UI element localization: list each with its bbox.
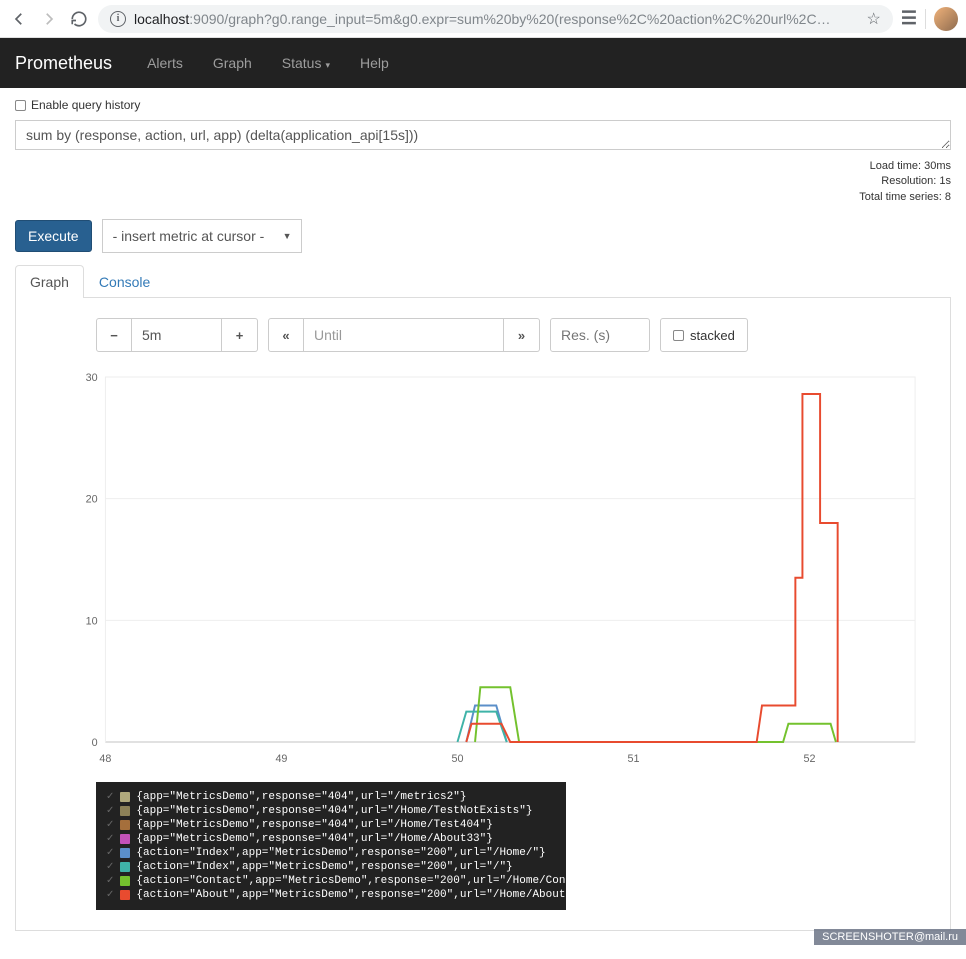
color-swatch (120, 890, 130, 900)
svg-text:20: 20 (86, 494, 98, 506)
legend-item[interactable]: ✓ {action="Index",app="MetricsDemo",resp… (106, 846, 556, 860)
chart-legend: ✓ {app="MetricsDemo",response="404",url=… (96, 782, 566, 910)
history-label: Enable query history (31, 98, 140, 112)
time-forward-button[interactable]: » (504, 318, 540, 352)
range-minus-button[interactable]: − (96, 318, 132, 352)
legend-label: {action="Contact",app="MetricsDemo",resp… (136, 875, 605, 887)
legend-item[interactable]: ✓ {app="MetricsDemo",response="404",url=… (106, 804, 556, 818)
resolution-input[interactable] (550, 318, 650, 352)
color-swatch (120, 834, 130, 844)
back-icon[interactable] (8, 8, 30, 30)
color-swatch (120, 820, 130, 830)
forward-icon[interactable] (38, 8, 60, 30)
nav-graph[interactable]: Graph (198, 55, 267, 71)
legend-label: {action="Index",app="MetricsDemo",respon… (136, 861, 512, 873)
url-host: localhost (134, 11, 189, 27)
result-tabs: Graph Console (15, 265, 951, 298)
chart[interactable]: 0 10 20 30 48 49 50 51 52 (76, 372, 920, 772)
color-swatch (120, 848, 130, 858)
app-navbar: Prometheus Alerts Graph Status▾ Help (0, 38, 966, 88)
bookmark-star-icon[interactable]: ☆ (867, 9, 881, 29)
tab-graph[interactable]: Graph (15, 265, 84, 298)
legend-item[interactable]: ✓ {app="MetricsDemo",response="404",url=… (106, 790, 556, 804)
reload-icon[interactable] (68, 8, 90, 30)
legend-item[interactable]: ✓ {app="MetricsDemo",response="404",url=… (106, 818, 556, 832)
legend-label: {app="MetricsDemo",response="404",url="/… (136, 805, 532, 817)
tab-console[interactable]: Console (84, 265, 165, 298)
nav-help[interactable]: Help (345, 55, 404, 71)
range-control: − 5m + (96, 318, 258, 352)
nav-alerts[interactable]: Alerts (132, 55, 198, 71)
legend-label: {app="MetricsDemo",response="404",url="/… (136, 833, 492, 845)
time-back-button[interactable]: « (268, 318, 304, 352)
check-icon: ✓ (106, 875, 114, 887)
color-swatch (120, 876, 130, 886)
check-icon: ✓ (106, 819, 114, 831)
metric-select[interactable]: - insert metric at cursor - (102, 219, 302, 253)
until-input[interactable]: Until (304, 318, 504, 352)
legend-item[interactable]: ✓ {app="MetricsDemo",response="404",url=… (106, 832, 556, 846)
legend-item[interactable]: ✓ {action="Index",app="MetricsDemo",resp… (106, 860, 556, 874)
checkbox-icon[interactable] (15, 100, 26, 111)
time-control: « Until » (268, 318, 540, 352)
check-icon: ✓ (106, 861, 114, 873)
range-input[interactable]: 5m (132, 318, 222, 352)
legend-label: {app="MetricsDemo",response="404",url="/… (136, 791, 466, 803)
execute-button[interactable]: Execute (15, 220, 92, 252)
svg-text:49: 49 (275, 753, 287, 765)
legend-item[interactable]: ✓ {action="Contact",app="MetricsDemo",re… (106, 874, 556, 888)
screenshot-watermark: SCREENSHOTER@mail.ru (814, 929, 966, 945)
range-plus-button[interactable]: + (222, 318, 258, 352)
site-info-icon[interactable]: i (110, 11, 126, 27)
profile-avatar[interactable] (934, 7, 958, 31)
stacked-toggle[interactable]: stacked (660, 318, 748, 352)
svg-text:52: 52 (803, 753, 815, 765)
graph-panel: − 5m + « Until » stacked 0 10 20 30 48 49 50 51… (15, 298, 951, 931)
expression-input[interactable] (15, 120, 951, 150)
svg-text:30: 30 (86, 372, 98, 384)
svg-text:48: 48 (99, 753, 111, 765)
legend-label: {action="About",app="MetricsDemo",respon… (136, 889, 578, 901)
color-swatch (120, 806, 130, 816)
enable-history-toggle[interactable]: Enable query history (15, 98, 951, 112)
legend-item[interactable]: ✓ {action="About",app="MetricsDemo",resp… (106, 888, 556, 902)
app-brand[interactable]: Prometheus (15, 53, 112, 74)
svg-text:10: 10 (86, 615, 98, 627)
separator (925, 9, 926, 29)
address-bar[interactable]: i localhost:9090/graph?g0.range_input=5m… (98, 5, 893, 33)
browser-toolbar: i localhost:9090/graph?g0.range_input=5m… (0, 0, 966, 38)
nav-status[interactable]: Status▾ (267, 55, 345, 71)
svg-text:0: 0 (92, 737, 98, 749)
url-path: :9090/graph?g0.range_input=5m&g0.expr=su… (189, 11, 830, 27)
svg-text:51: 51 (627, 753, 639, 765)
legend-label: {action="Index",app="MetricsDemo",respon… (136, 847, 545, 859)
color-swatch (120, 862, 130, 872)
legend-label: {app="MetricsDemo",response="404",url="/… (136, 819, 492, 831)
check-icon: ✓ (106, 847, 114, 859)
checkbox-icon (673, 330, 684, 341)
extensions-icon[interactable]: ☰ (901, 8, 917, 29)
check-icon: ✓ (106, 791, 114, 803)
check-icon: ✓ (106, 833, 114, 845)
check-icon: ✓ (106, 889, 114, 901)
svg-text:50: 50 (451, 753, 463, 765)
check-icon: ✓ (106, 805, 114, 817)
query-stats: Load time: 30ms Resolution: 1s Total tim… (15, 159, 951, 205)
color-swatch (120, 792, 130, 802)
